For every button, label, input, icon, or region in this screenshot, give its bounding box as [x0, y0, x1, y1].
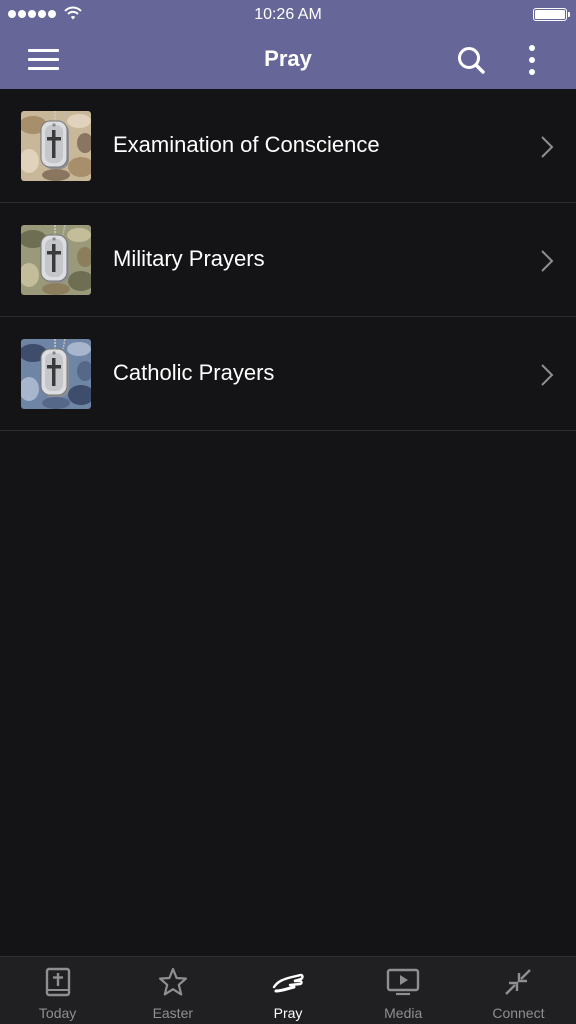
list-item[interactable]: Military Prayers [0, 203, 576, 317]
tab-connect[interactable]: Connect [461, 957, 576, 1024]
status-bar: 10:26 AM [0, 0, 576, 30]
tab-label: Pray [273, 1005, 303, 1021]
dogtag-cross-thumbnail [21, 225, 91, 295]
tab-media[interactable]: Media [346, 957, 461, 1024]
list-item[interactable]: Examination of Conscience [0, 89, 576, 203]
dogtag-cross-thumbnail [21, 111, 91, 181]
bible-cross-icon [45, 967, 70, 997]
connect-arrows-icon [505, 969, 532, 995]
star-outline-icon [158, 967, 187, 996]
list-item-label: Catholic Prayers [113, 360, 275, 385]
tab-today[interactable]: Today [0, 957, 115, 1024]
tab-label: Easter [152, 1005, 194, 1021]
chevron-right-icon [541, 136, 554, 158]
prayer-list: Examination of Conscience Military Praye… [0, 89, 576, 431]
nav-bar: Pray [0, 30, 576, 89]
battery-icon [533, 8, 570, 21]
tab-pray[interactable]: Pray [230, 957, 345, 1024]
search-icon[interactable] [456, 45, 486, 75]
praying-hands-icon [272, 973, 304, 993]
tab-label: Media [384, 1005, 423, 1021]
tab-label: Today [38, 1005, 77, 1021]
chevron-right-icon [541, 364, 554, 386]
list-item-label: Military Prayers [113, 246, 265, 271]
top-bar: 10:26 AM Pray [0, 0, 576, 89]
list-item-label: Examination of Conscience [113, 132, 380, 157]
page-title: Pray [264, 46, 312, 71]
list-item[interactable]: Catholic Prayers [0, 317, 576, 431]
tab-easter[interactable]: Easter [115, 957, 230, 1024]
chevron-right-icon [541, 250, 554, 272]
status-time: 10:26 AM [254, 6, 322, 23]
dogtag-cross-thumbnail [21, 339, 91, 409]
tab-label: Connect [492, 1005, 545, 1021]
tab-bar: Today Easter Pray Media Connect [0, 956, 576, 1024]
more-options-button[interactable] [520, 44, 544, 76]
play-screen-icon [387, 968, 420, 996]
